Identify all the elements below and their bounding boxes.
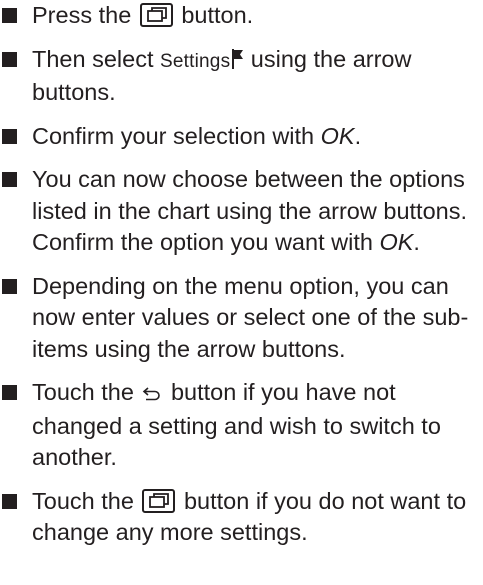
bullet-square	[2, 278, 17, 294]
flag-icon	[232, 46, 244, 78]
step-text-part: Confirm the option you want with	[32, 229, 380, 255]
list-item: Depending on the menu option, you can no…	[0, 271, 483, 366]
bullet-square	[2, 128, 17, 144]
bullet-square	[2, 385, 17, 400]
back-arrow-icon	[142, 379, 162, 411]
menu-button-icon	[139, 3, 173, 27]
instruction-page: Press the button. Then select Settings u…	[0, 0, 483, 585]
step-text-part: Confirm your selection with	[32, 122, 321, 149]
step-text: Press the button.	[32, 0, 483, 32]
step-text-part: .	[413, 229, 420, 255]
step-text: Touch the button if you do not want to c…	[32, 486, 483, 549]
step-text: Depending on the menu option, you can no…	[32, 272, 469, 362]
step-text-part: button.	[174, 2, 254, 28]
list-item: Touch the button if you have not changed…	[0, 377, 483, 474]
step-text: You can now choose between the options l…	[32, 166, 467, 224]
ok-label: OK	[320, 122, 355, 149]
ok-label: OK	[379, 229, 414, 255]
instruction-list: Press the button. Then select Settings u…	[0, 0, 483, 561]
list-item: Confirm your selection with OK.	[0, 121, 483, 153]
list-item: Then select Settings using the arrow but…	[0, 44, 483, 109]
bullet-square	[2, 493, 17, 509]
step-text-part: Touch the	[32, 379, 141, 405]
menu-button-icon	[142, 488, 176, 513]
bullet-square	[2, 172, 17, 187]
step-text: Then select Settings using the arrow but…	[32, 44, 483, 109]
step-text: Confirm your selection with OK.	[32, 121, 483, 153]
step-text-part: Then select	[32, 45, 161, 72]
settings-label: Settings	[160, 50, 231, 72]
step-text: Confirm the option you want with OK.	[32, 227, 483, 259]
list-item: You can now choose between the options l…	[0, 164, 483, 259]
step-text-part: Touch the	[32, 487, 141, 514]
step-text: Touch the button if you have not changed…	[32, 377, 483, 474]
bullet-square	[2, 8, 17, 23]
list-item: Press the button.	[0, 0, 483, 32]
step-text-part: Press the	[32, 2, 138, 28]
bullet-square	[2, 51, 17, 67]
list-item: Touch the button if you do not want to c…	[0, 486, 483, 549]
step-text-part: .	[354, 122, 362, 149]
